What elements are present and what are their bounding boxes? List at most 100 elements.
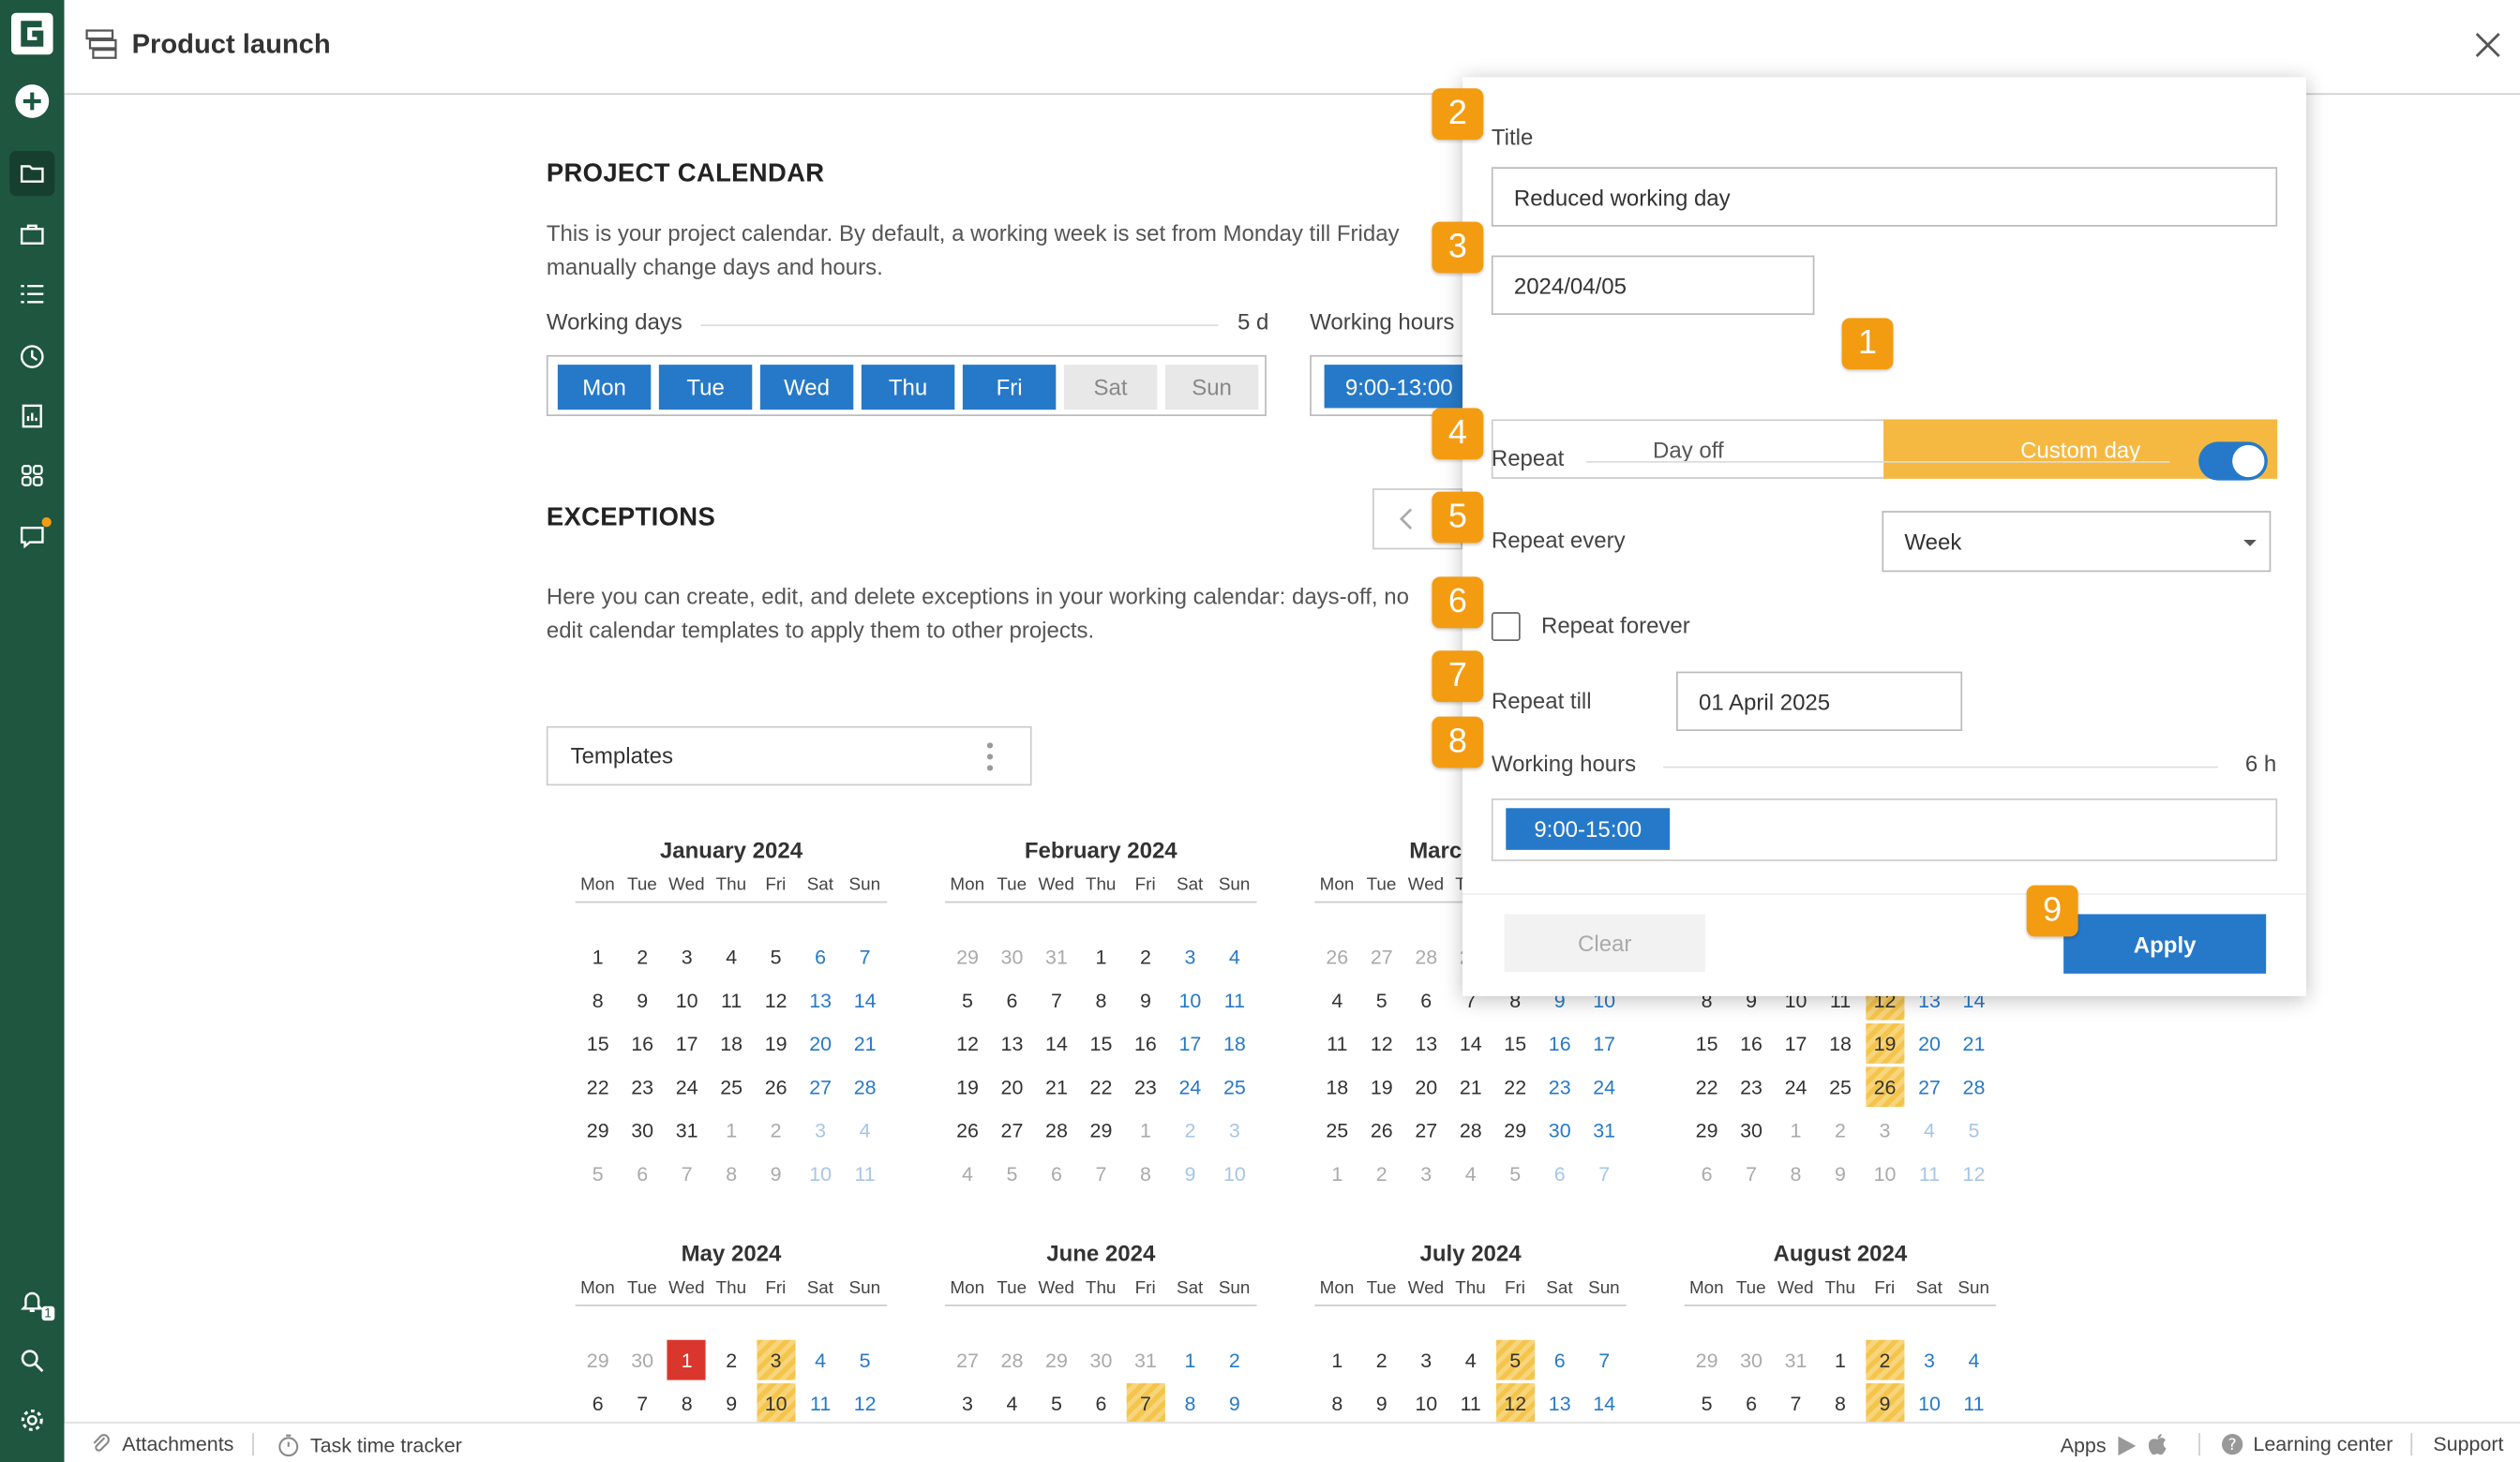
calendar-day[interactable]: 15 bbox=[1496, 1023, 1535, 1064]
calendar-day[interactable]: 6 bbox=[1082, 1383, 1120, 1424]
calendar-day[interactable]: 2 bbox=[623, 936, 662, 977]
calendar-day[interactable]: 1 bbox=[1777, 1111, 1815, 1151]
working-hours-chip[interactable]: 9:00-13:00 bbox=[1324, 365, 1473, 409]
calendar-day[interactable]: 6 bbox=[1037, 1155, 1075, 1195]
repeat-every-select[interactable]: Week bbox=[1882, 511, 2272, 573]
calendar-day[interactable]: 5 bbox=[1688, 1383, 1726, 1424]
calendar-day[interactable]: 4 bbox=[1910, 1111, 1948, 1151]
calendar-day[interactable]: 7 bbox=[1777, 1383, 1815, 1424]
calendar-day[interactable]: 4 bbox=[802, 1340, 840, 1380]
calendar-day[interactable]: 28 bbox=[846, 1067, 884, 1108]
calendar-day[interactable]: 12 bbox=[948, 1023, 986, 1064]
day-toggle-fri[interactable]: Fri bbox=[962, 365, 1057, 410]
calendar-day[interactable]: 7 bbox=[1585, 1340, 1624, 1380]
calendar-day[interactable]: 4 bbox=[1215, 936, 1253, 977]
play-store-icon[interactable] bbox=[2116, 1434, 2137, 1456]
calendar-day[interactable]: 18 bbox=[1215, 1023, 1253, 1064]
calendar-day[interactable]: 28 bbox=[1955, 1067, 1993, 1108]
gear-icon[interactable] bbox=[9, 1397, 54, 1442]
calendar-day[interactable]: 8 bbox=[668, 1383, 706, 1424]
calendar-day[interactable]: 16 bbox=[1540, 1023, 1579, 1064]
calendar-day[interactable]: 20 bbox=[1910, 1023, 1948, 1064]
calendar-day[interactable]: 1 bbox=[668, 1339, 707, 1380]
day-toggle-sat[interactable]: Sat bbox=[1063, 365, 1158, 410]
calendar-day[interactable]: 22 bbox=[578, 1067, 617, 1108]
calendar-day[interactable]: 2 bbox=[1171, 1111, 1209, 1151]
calendar-day[interactable]: 16 bbox=[1732, 1023, 1770, 1064]
calendar-day[interactable]: 3 bbox=[802, 1111, 840, 1151]
calendar-day[interactable]: 10 bbox=[757, 1383, 796, 1425]
calendar-day[interactable]: 4 bbox=[1318, 980, 1357, 1021]
calendar-day[interactable]: 3 bbox=[1171, 936, 1209, 977]
calendar-day[interactable]: 8 bbox=[1126, 1155, 1164, 1195]
calendar-day[interactable]: 3 bbox=[1910, 1340, 1948, 1380]
calendar-day[interactable]: 12 bbox=[1955, 1155, 1993, 1195]
calendar-day[interactable]: 18 bbox=[1821, 1023, 1859, 1064]
calendar-day[interactable]: 14 bbox=[846, 980, 884, 1021]
calendar-day[interactable]: 2 bbox=[1821, 1111, 1859, 1151]
calendar-day[interactable]: 2 bbox=[1215, 1340, 1253, 1380]
calendar-day[interactable]: 2 bbox=[712, 1340, 751, 1380]
calendar-day[interactable]: 29 bbox=[1496, 1111, 1535, 1151]
calendar-day[interactable]: 30 bbox=[1732, 1340, 1770, 1380]
day-toggle-tue[interactable]: Tue bbox=[658, 365, 753, 410]
calendar-day[interactable]: 28 bbox=[1451, 1111, 1490, 1151]
calendar-day[interactable]: 12 bbox=[1495, 1383, 1535, 1425]
calendar-day[interactable]: 1 bbox=[1318, 1155, 1357, 1195]
calendar-day[interactable]: 1 bbox=[1082, 936, 1120, 977]
calendar-day[interactable]: 7 bbox=[1732, 1155, 1770, 1195]
search-icon[interactable] bbox=[9, 1338, 54, 1383]
calendar-day[interactable]: 5 bbox=[1496, 1155, 1535, 1195]
calendar-day[interactable]: 26 bbox=[948, 1111, 986, 1151]
more-vertical-icon[interactable] bbox=[985, 740, 995, 781]
calendar-day[interactable]: 11 bbox=[846, 1155, 884, 1195]
calendar-day[interactable]: 7 bbox=[1126, 1383, 1165, 1425]
calendar-day[interactable]: 31 bbox=[1777, 1340, 1815, 1380]
calendar-day[interactable]: 8 bbox=[1821, 1383, 1859, 1424]
calendar-day[interactable]: 3 bbox=[1407, 1155, 1446, 1195]
calendar-day[interactable]: 30 bbox=[993, 936, 1031, 977]
calendar-day[interactable]: 4 bbox=[993, 1383, 1031, 1424]
calendar-day[interactable]: 27 bbox=[993, 1111, 1031, 1151]
calendar-day[interactable]: 26 bbox=[1865, 1067, 1905, 1108]
calendar-day[interactable]: 20 bbox=[1407, 1067, 1446, 1108]
calendar-day[interactable]: 27 bbox=[948, 1340, 986, 1380]
calendar-day[interactable]: 19 bbox=[948, 1067, 986, 1108]
calendar-day[interactable]: 19 bbox=[757, 1023, 795, 1064]
calendar-day[interactable]: 29 bbox=[1688, 1111, 1726, 1151]
calendar-day[interactable]: 9 bbox=[1126, 980, 1164, 1021]
calendar-day[interactable]: 13 bbox=[1407, 1023, 1446, 1064]
calendar-day[interactable]: 7 bbox=[1585, 1155, 1624, 1195]
calendar-day[interactable]: 3 bbox=[1407, 1340, 1446, 1380]
templates-dropdown[interactable]: Templates bbox=[546, 725, 1032, 786]
calendar-day[interactable]: 22 bbox=[1688, 1067, 1726, 1108]
hours-chip[interactable]: 9:00-15:00 bbox=[1506, 808, 1671, 850]
calendar-day[interactable]: 4 bbox=[948, 1155, 986, 1195]
calendar-day[interactable]: 15 bbox=[578, 1023, 617, 1064]
calendar-day[interactable]: 8 bbox=[578, 980, 617, 1021]
calendar-day[interactable]: 8 bbox=[1082, 980, 1120, 1021]
calendar-day[interactable]: 24 bbox=[1585, 1067, 1624, 1108]
calendar-day[interactable]: 23 bbox=[1540, 1067, 1579, 1108]
calendar-day[interactable]: 31 bbox=[1037, 936, 1075, 977]
calendar-day[interactable]: 10 bbox=[1407, 1383, 1446, 1424]
calendar-day[interactable]: 10 bbox=[1866, 1155, 1904, 1195]
calendar-day[interactable]: 13 bbox=[993, 1023, 1031, 1064]
calendar-day[interactable]: 31 bbox=[668, 1111, 706, 1151]
calendar-day[interactable]: 22 bbox=[1082, 1067, 1120, 1108]
calendar-day[interactable]: 30 bbox=[1082, 1340, 1120, 1380]
calendar-day[interactable]: 18 bbox=[1318, 1067, 1357, 1108]
calendar-day[interactable]: 21 bbox=[846, 1023, 884, 1064]
calendar-day[interactable]: 5 bbox=[757, 936, 795, 977]
calendar-day[interactable]: 21 bbox=[1037, 1067, 1075, 1108]
calendar-day[interactable]: 3 bbox=[757, 1339, 796, 1380]
calendar-day[interactable]: 6 bbox=[1732, 1383, 1770, 1424]
day-toggle-thu[interactable]: Thu bbox=[861, 365, 955, 410]
calendar-day[interactable]: 1 bbox=[578, 936, 617, 977]
calendar-day[interactable]: 24 bbox=[1777, 1067, 1815, 1108]
calendar-day[interactable]: 19 bbox=[1362, 1067, 1401, 1108]
calendar-day[interactable]: 29 bbox=[578, 1340, 617, 1380]
calendar-day[interactable]: 27 bbox=[802, 1067, 840, 1108]
calendar-day[interactable]: 7 bbox=[623, 1383, 662, 1424]
time-tracker-link[interactable]: Task time tracker bbox=[277, 1433, 462, 1457]
